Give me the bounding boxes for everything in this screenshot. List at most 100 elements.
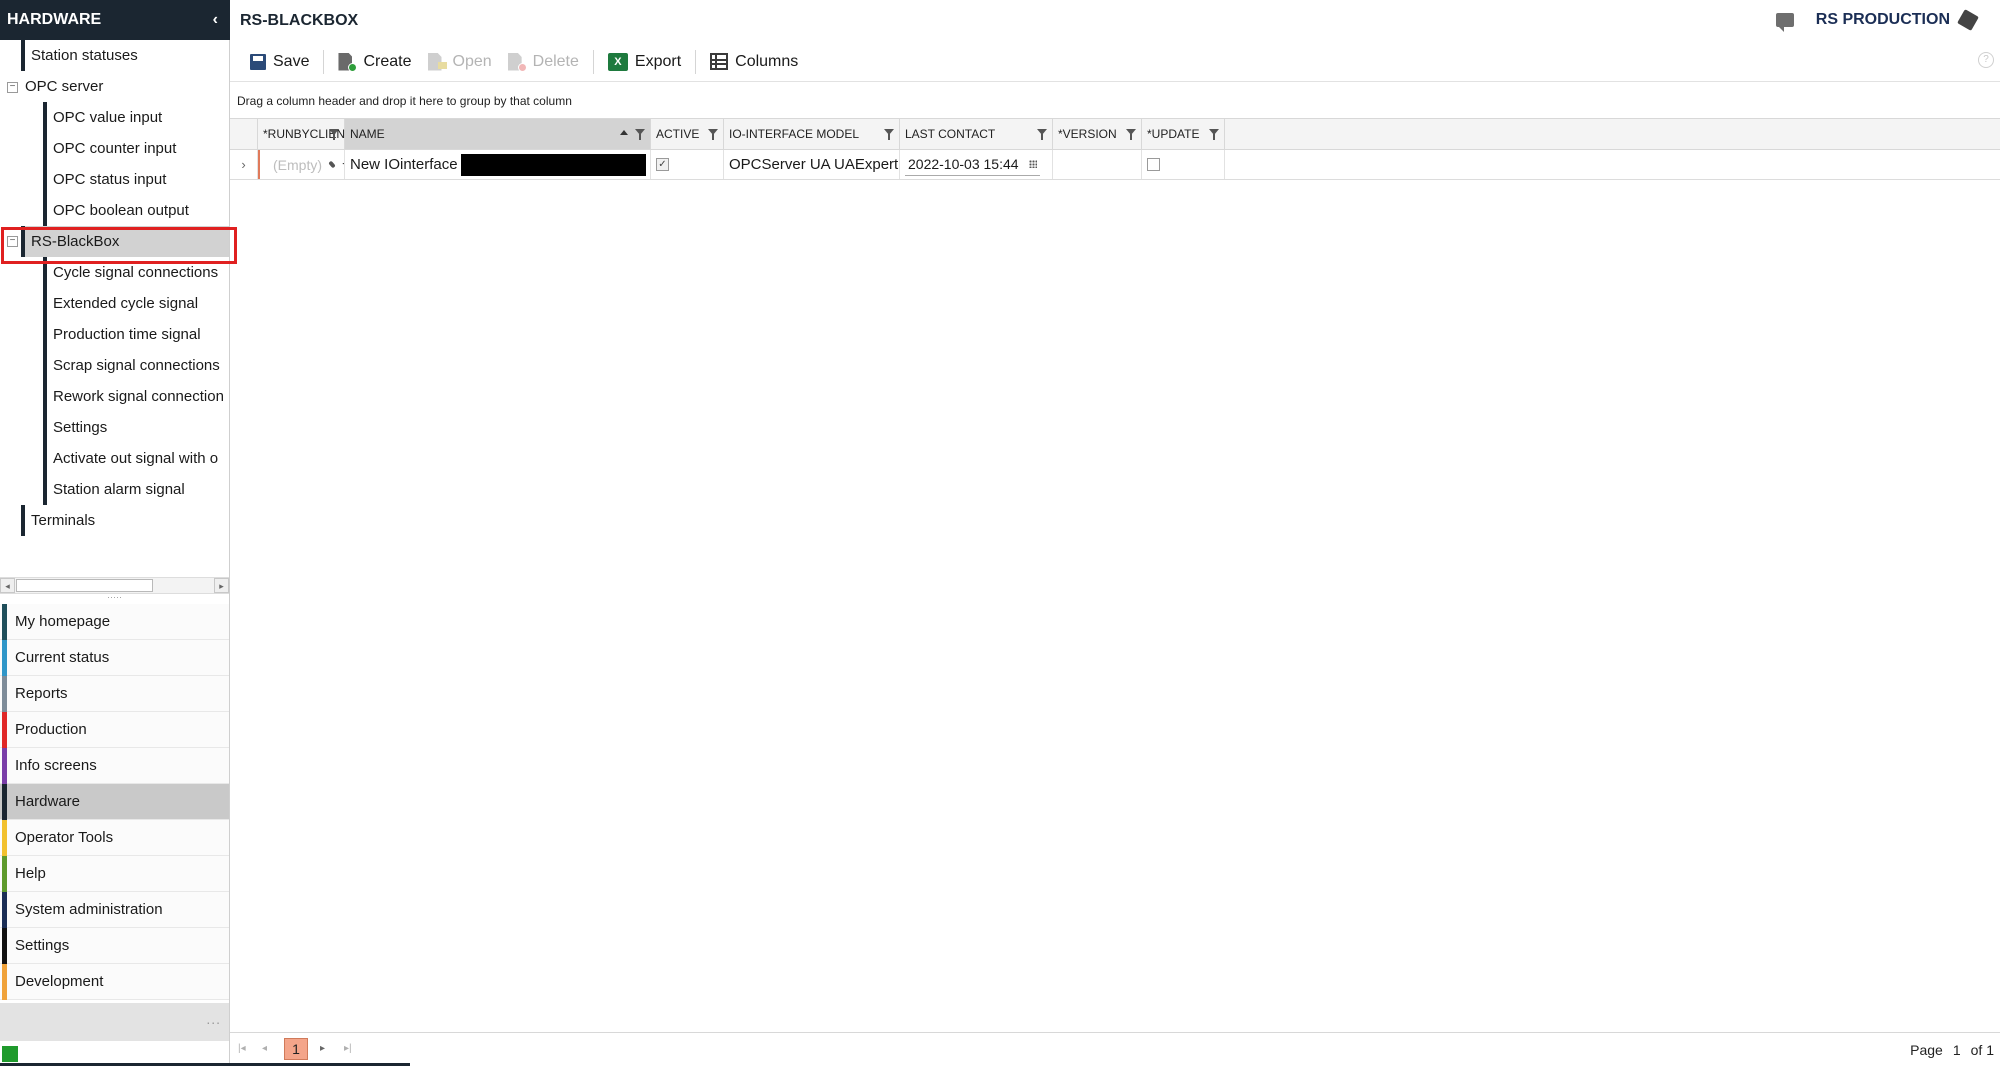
- filter-icon[interactable]: [635, 129, 645, 140]
- tree-item-opc-counter-input[interactable]: OPC counter input: [43, 133, 229, 164]
- nav-item-info-screens[interactable]: Info screens: [0, 748, 229, 784]
- tree-item-rework-signal-connection[interactable]: Rework signal connection: [43, 381, 229, 412]
- column-header-last-contact[interactable]: LAST CONTACT: [900, 119, 1053, 149]
- previous-page-icon[interactable]: ◂: [262, 1043, 267, 1054]
- tree-item-rs-blackbox[interactable]: RS-BlackBox: [21, 226, 229, 257]
- filter-icon[interactable]: [1126, 129, 1136, 140]
- column-header-update[interactable]: *UPDATE: [1142, 119, 1225, 149]
- collapse-toggle-icon[interactable]: −: [7, 82, 18, 93]
- help-icon[interactable]: ?: [1978, 52, 1994, 68]
- collapse-toggle-icon[interactable]: −: [7, 236, 18, 247]
- tree-item-terminals[interactable]: Terminals: [21, 505, 229, 536]
- connection-status-indicator: [2, 1046, 18, 1062]
- collapse-panel-icon[interactable]: ‹: [213, 11, 218, 29]
- update-cell[interactable]: [1142, 150, 1225, 179]
- main-navigation: My homepage Current status Reports Produ…: [0, 604, 229, 1000]
- filter-icon[interactable]: [329, 129, 339, 140]
- tree-item-extended-cycle-signal[interactable]: Extended cycle signal: [43, 288, 229, 319]
- first-page-icon[interactable]: |◂: [238, 1043, 246, 1054]
- excel-icon: X: [607, 52, 628, 71]
- toolbar: Save Create Open Delete X Export Columns: [230, 42, 2000, 82]
- main-content: RS-BLACKBOX RS PRODUCTION Save Create Op…: [230, 0, 2000, 1066]
- tree-item-activate-out-signal[interactable]: Activate out signal with o: [43, 443, 229, 474]
- nav-item-settings[interactable]: Settings: [0, 928, 229, 964]
- open-document-icon: [427, 52, 447, 71]
- delete-button[interactable]: Delete: [500, 47, 587, 77]
- scrollbar-thumb[interactable]: [16, 579, 153, 592]
- export-button[interactable]: X Export: [600, 47, 689, 77]
- scroll-left-icon[interactable]: ◂: [0, 578, 15, 593]
- column-header-runbyclient[interactable]: *RUNBYCLIENT: [258, 119, 352, 149]
- scroll-right-icon[interactable]: ▸: [214, 578, 229, 593]
- nav-item-operator-tools[interactable]: Operator Tools: [0, 820, 229, 856]
- tree-item-opc-boolean-output[interactable]: OPC boolean output: [43, 195, 229, 226]
- nav-item-hardware[interactable]: Hardware: [0, 784, 229, 820]
- last-contact-cell[interactable]: 2022-10-03 15:44: [900, 150, 1053, 179]
- column-header-version[interactable]: *VERSION: [1053, 119, 1142, 149]
- page-title: RS-BLACKBOX: [240, 12, 359, 29]
- name-cell[interactable]: New IOinterface: [345, 150, 651, 179]
- column-header-name[interactable]: NAME: [345, 119, 651, 149]
- tree-item-opc-server[interactable]: OPC server: [21, 71, 229, 102]
- nav-item-development[interactable]: Development: [0, 964, 229, 1000]
- save-button[interactable]: Save: [242, 47, 317, 77]
- date-picker[interactable]: 2022-10-03 15:44: [905, 154, 1040, 176]
- nav-item-system-administration[interactable]: System administration: [0, 892, 229, 928]
- nav-item-production[interactable]: Production: [0, 712, 229, 748]
- filter-icon[interactable]: [1209, 129, 1219, 140]
- brand-name: RS PRODUCTION: [1815, 11, 1950, 28]
- save-icon: [250, 53, 266, 70]
- brand-area: RS PRODUCTION: [1775, 9, 1979, 32]
- tree-item-opc-value-input[interactable]: OPC value input: [43, 102, 229, 133]
- grid-header: *RUNBYCLIENT NAME ACTIVE IO-INTERFACE MO…: [230, 118, 2000, 150]
- table-row[interactable]: › (Empty) + New IOinterface ✓ OPCServer …: [230, 150, 2000, 180]
- sort-ascending-icon: [620, 130, 628, 135]
- filter-icon[interactable]: [884, 129, 894, 140]
- tree-item-scrap-signal-connections[interactable]: Scrap signal connections: [43, 350, 229, 381]
- filter-icon[interactable]: [708, 129, 718, 140]
- cube-icon[interactable]: [1957, 9, 1979, 31]
- runbyclient-cell[interactable]: (Empty) +: [258, 150, 345, 179]
- next-page-icon[interactable]: ▸: [320, 1043, 325, 1054]
- tree-item-settings[interactable]: Settings: [43, 412, 229, 443]
- column-header-io-interface-model[interactable]: IO-INTERFACE MODEL: [724, 119, 900, 149]
- link-icon[interactable]: [328, 160, 336, 169]
- row-expand-icon[interactable]: ›: [230, 150, 258, 179]
- app-window: HARDWARE ‹ Station statuses − OPC server…: [0, 0, 2000, 1066]
- version-cell[interactable]: [1053, 150, 1142, 179]
- panel-header: HARDWARE ‹: [0, 0, 230, 40]
- pager: |◂ ◂ 1 ▸ ▸| Page 1 of 1: [230, 1032, 2000, 1066]
- nav-footer: ...: [0, 1003, 229, 1041]
- tree-item-station-statuses[interactable]: Station statuses: [21, 40, 229, 71]
- nav-item-my-homepage[interactable]: My homepage: [0, 604, 229, 640]
- columns-icon: [710, 53, 729, 70]
- open-button[interactable]: Open: [420, 47, 500, 77]
- active-checkbox[interactable]: ✓: [656, 158, 669, 171]
- panel-title: HARDWARE: [7, 11, 102, 28]
- chat-icon[interactable]: [1775, 13, 1794, 32]
- last-page-icon[interactable]: ▸|: [344, 1043, 352, 1054]
- tree-item-production-time-signal[interactable]: Production time signal: [43, 319, 229, 350]
- panel-splitter[interactable]: ·····: [0, 593, 229, 604]
- column-header-active[interactable]: ACTIVE: [651, 119, 724, 149]
- hardware-tree: Station statuses − OPC server OPC value …: [0, 40, 229, 580]
- calendar-grid-icon[interactable]: [1028, 160, 1037, 168]
- nav-item-current-status[interactable]: Current status: [0, 640, 229, 676]
- tree-item-station-alarm-signal[interactable]: Station alarm signal: [43, 474, 229, 505]
- tree-item-cycle-signal-connections[interactable]: Cycle signal connections: [43, 257, 229, 288]
- nav-item-help[interactable]: Help: [0, 856, 229, 892]
- update-checkbox[interactable]: [1147, 158, 1160, 171]
- current-page-button[interactable]: 1: [284, 1038, 308, 1060]
- columns-button[interactable]: Columns: [702, 47, 806, 77]
- io-interface-model-cell[interactable]: OPCServer UA UAExpert: [724, 150, 900, 179]
- nav-item-reports[interactable]: Reports: [0, 676, 229, 712]
- create-button[interactable]: Create: [330, 47, 419, 77]
- tree-item-opc-status-input[interactable]: OPC status input: [43, 164, 229, 195]
- filter-icon[interactable]: [1037, 129, 1047, 140]
- more-options-icon[interactable]: ...: [206, 1011, 221, 1027]
- redacted-area: [460, 153, 646, 176]
- title-bar: RS-BLACKBOX RS PRODUCTION: [230, 0, 2000, 42]
- active-cell[interactable]: ✓: [651, 150, 724, 179]
- expander-column-header: [230, 119, 258, 149]
- page-info: Page 1 of 1: [1910, 1042, 1994, 1058]
